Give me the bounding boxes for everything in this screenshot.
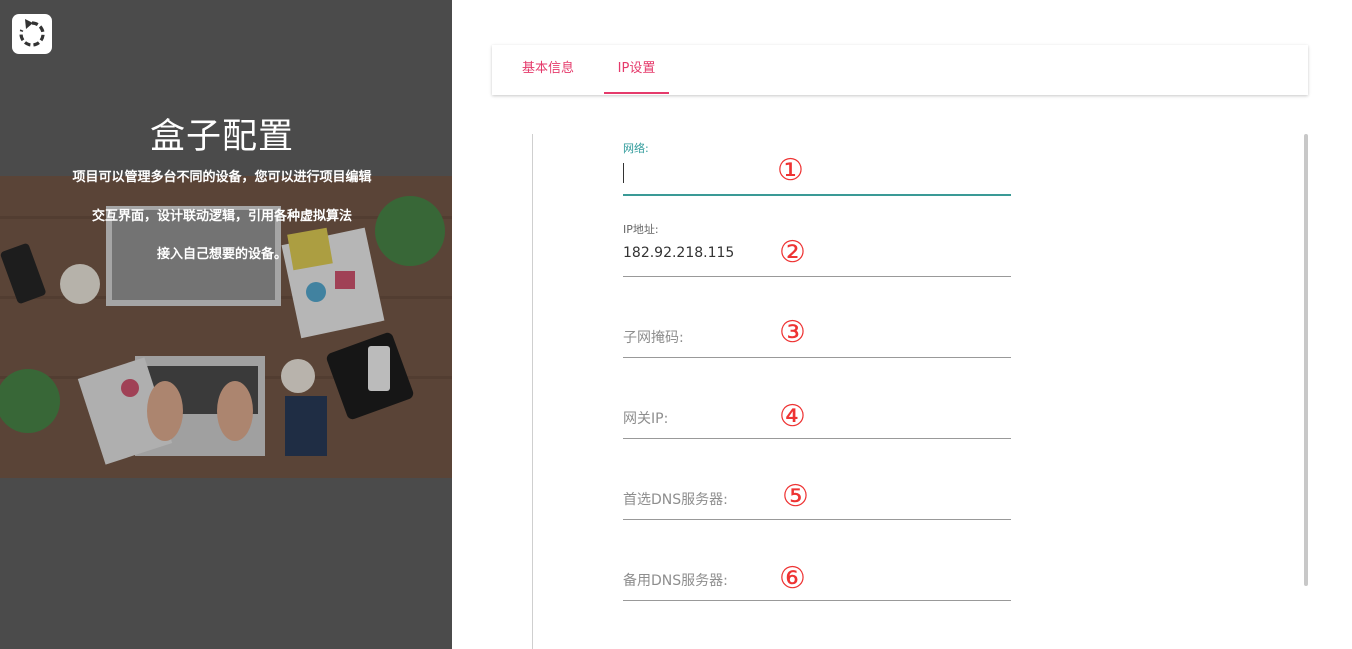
form-divider bbox=[532, 134, 533, 649]
network-underline bbox=[623, 194, 1011, 196]
panel-description-line: 接入自己想要的设备。 bbox=[156, 247, 287, 262]
panel-description-line: 项目可以管理多台不同的设备，您可以进行项目编辑 bbox=[72, 170, 372, 185]
left-panel: 盒子配置 项目可以管理多台不同的设备，您可以进行项目编辑 交互界面，设计联动逻辑… bbox=[0, 0, 452, 649]
network-label: 网络: bbox=[623, 142, 649, 155]
tab-bar: 基本信息 IP设置 bbox=[492, 45, 1308, 95]
page: 盒子配置 项目可以管理多台不同的设备，您可以进行项目编辑 交互界面，设计联动逻辑… bbox=[0, 0, 1352, 649]
subnet-mask-underline bbox=[623, 357, 1011, 358]
tab-ip-settings[interactable]: IP设置 bbox=[604, 45, 669, 95]
ip-address-input[interactable]: 182.92.218.115 bbox=[623, 245, 734, 261]
ip-address-label: IP地址: bbox=[623, 223, 659, 236]
app-logo[interactable] bbox=[12, 14, 52, 54]
annotation-marker-6: ⑥ bbox=[779, 561, 806, 596]
gateway-ip-underline bbox=[623, 438, 1011, 439]
subnet-mask-field[interactable]: 子网掩码: bbox=[623, 300, 1011, 360]
annotation-marker-4: ④ bbox=[779, 399, 806, 434]
secondary-dns-input[interactable]: 备用DNS服务器: bbox=[623, 570, 728, 590]
primary-dns-field[interactable]: 首选DNS服务器: bbox=[623, 462, 1011, 522]
text-caret bbox=[623, 163, 624, 183]
scrollbar[interactable] bbox=[1304, 134, 1308, 586]
panel-description-line: 交互界面，设计联动逻辑，引用各种虚拟算法 bbox=[91, 209, 352, 224]
annotation-marker-1: ① bbox=[777, 153, 804, 188]
tab-basic-info[interactable]: 基本信息 bbox=[506, 45, 590, 95]
refresh-circle-icon bbox=[19, 19, 45, 47]
secondary-dns-underline bbox=[623, 600, 1011, 601]
ip-address-underline bbox=[623, 276, 1011, 277]
gateway-ip-input[interactable]: 网关IP: bbox=[623, 408, 668, 428]
gateway-ip-field[interactable]: 网关IP: bbox=[623, 381, 1011, 441]
annotation-marker-5: ⑤ bbox=[782, 479, 809, 514]
secondary-dns-field[interactable]: 备用DNS服务器: bbox=[623, 543, 1011, 603]
annotation-marker-2: ② bbox=[779, 235, 806, 270]
active-tab-indicator bbox=[604, 92, 669, 94]
primary-dns-underline bbox=[623, 519, 1011, 520]
ip-address-field[interactable]: IP地址: 182.92.218.115 bbox=[623, 219, 1011, 279]
subnet-mask-input[interactable]: 子网掩码: bbox=[623, 327, 684, 347]
primary-dns-input[interactable]: 首选DNS服务器: bbox=[623, 489, 728, 509]
network-field[interactable]: 网络: bbox=[623, 138, 1011, 198]
panel-title: 盒子配置 bbox=[149, 117, 294, 157]
annotation-marker-3: ③ bbox=[779, 315, 806, 350]
